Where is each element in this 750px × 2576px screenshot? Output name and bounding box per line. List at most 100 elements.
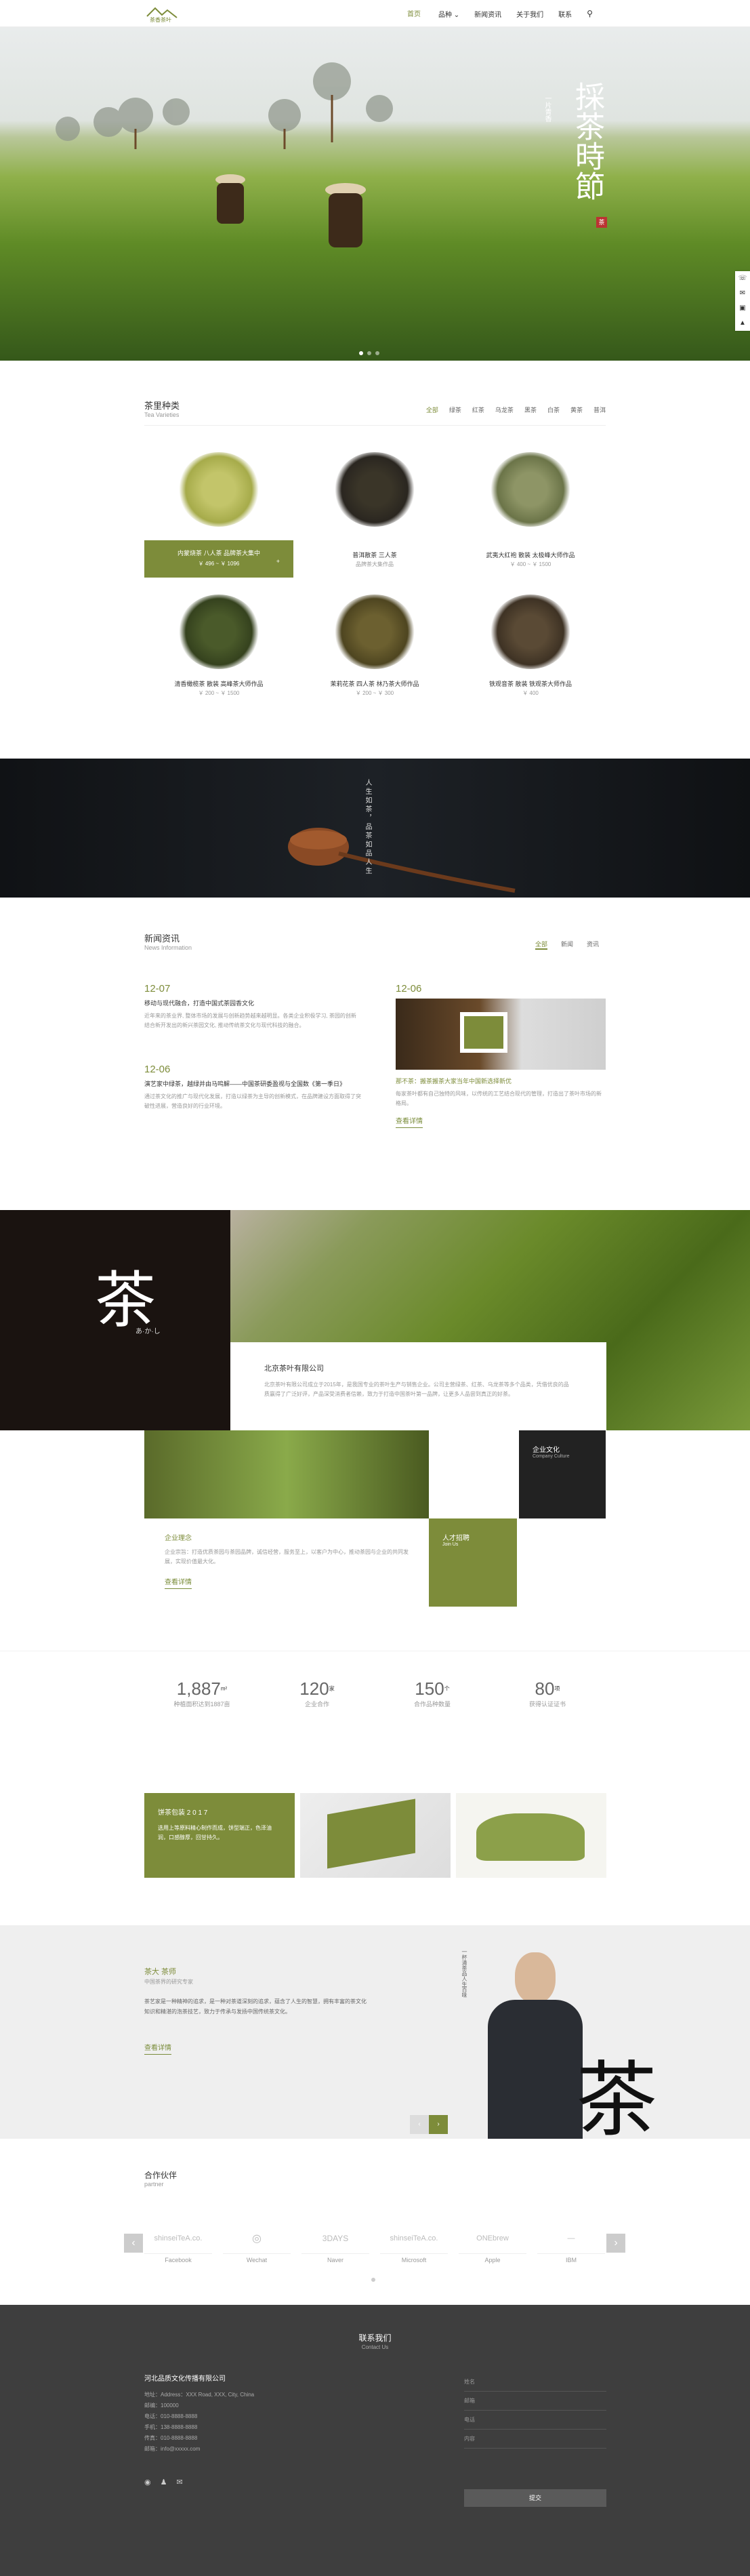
qr-icon[interactable]: ▣: [735, 301, 750, 316]
news-section: 新闻资讯 News Information 全部 新闻 资讯 12-07 移动与…: [0, 898, 750, 1210]
main-nav: 首页 品种 ⌄ 新闻资讯 关于我们 联系 ⚲: [404, 0, 593, 26]
product-image: [334, 452, 415, 527]
tab-puer[interactable]: 普洱: [593, 405, 606, 414]
master-char: 茶: [576, 2053, 657, 2139]
company-desc: 北京茶叶有限公司成立于2015年，是我国专业的茶叶生产与销售企业。公司主营绿茶、…: [264, 1382, 569, 1397]
tab-red[interactable]: 红茶: [472, 405, 484, 414]
nav-about[interactable]: 关于我们: [516, 9, 543, 19]
product-card[interactable]: 铁观音茶 散装 铁观茶大师作品 ￥ 400: [456, 588, 605, 723]
news-item[interactable]: 12-06 演艺家中绿茶，越绿并由马鸣解——中国茶研委盈视与全国数《第一季日》 …: [144, 1064, 361, 1111]
form-field[interactable]: 姓名: [464, 2373, 606, 2392]
culture-subtitle: Company Culture: [533, 1454, 570, 1459]
read-more-link[interactable]: 查看详情: [165, 1576, 192, 1589]
feature-section: 饼茶包装 2 0 1 7 选用上等原料精心制作而成，饼型端正，色泽油润，口感醇厚…: [0, 1763, 750, 1925]
partners-dot[interactable]: [371, 2278, 375, 2282]
nav-news[interactable]: 新闻资讯: [474, 9, 501, 19]
partners-prev-button[interactable]: ‹: [124, 2234, 143, 2253]
master-section: 茶大 茶师 中国茶界的研究专家 茶艺家是一种精神的追求，是一种对茶道深刻的追求，…: [0, 1925, 750, 2139]
footer-company: 河北品质文化传播有限公司: [144, 2375, 226, 2383]
slider-dot[interactable]: [375, 351, 379, 355]
read-more-link[interactable]: 查看详情: [396, 1115, 423, 1128]
stat-label: 种植面积达到1887亩: [173, 1701, 230, 1708]
slider-prev-button[interactable]: ‹: [410, 2115, 429, 2134]
slider-dot[interactable]: [367, 351, 371, 355]
feature-text-card[interactable]: 饼茶包装 2 0 1 7 选用上等原料精心制作而成，饼型端正，色泽油润，口感醇厚…: [144, 1793, 295, 1878]
news-item[interactable]: 12-07 移动与现代融合，打造中国式茶园香文化 近年来的茶业界, 整体市场的发…: [144, 983, 361, 1030]
nav-varieties[interactable]: 品种 ⌄: [438, 9, 459, 19]
logo[interactable]: 茶香茶叶: [144, 4, 180, 23]
partner-list: shinseiTeA.co. Facebook ◎ Wechat 3DAYS Nave…: [144, 2223, 605, 2263]
partner-logo[interactable]: 3DAYS Naver: [301, 2223, 369, 2263]
slider-dots[interactable]: [359, 351, 379, 355]
feature-title: 饼茶包装 2 0 1 7: [158, 1809, 208, 1817]
product-price: 品牌茶大集作品: [356, 561, 394, 567]
partner-logo[interactable]: ONEbrew Apple: [459, 2223, 526, 2263]
tab-dark[interactable]: 黑茶: [524, 405, 537, 414]
footer-subtitle: Contact Us: [361, 2344, 389, 2350]
search-icon[interactable]: ⚲: [587, 9, 593, 18]
form-field[interactable]: 邮箱: [464, 2392, 606, 2411]
footer: 联系我们 Contact Us 河北品质文化传播有限公司 地址：Address：…: [0, 2305, 750, 2576]
calligraphy-caption: あ·か·し: [136, 1328, 161, 1335]
tab-info[interactable]: 资讯: [587, 940, 599, 950]
stat-label: 企业合作: [304, 1701, 329, 1708]
news-title: 移动与现代融合，打造中国式茶园香文化: [144, 1000, 255, 1007]
read-more-link[interactable]: 查看详情: [144, 2042, 171, 2055]
news-title: 那不茶：搬茶搬茶大家当年中国新选择新优: [396, 1078, 512, 1085]
partner-logo[interactable]: — IBM: [537, 2223, 605, 2263]
quote-banner: 人生如茶，品茶如品人生: [0, 759, 750, 898]
partner-logo[interactable]: shinseiTeA.co. Facebook: [144, 2223, 212, 2263]
form-field[interactable]: 内容: [464, 2430, 606, 2449]
form-field[interactable]: 电话: [464, 2411, 606, 2430]
mail-icon[interactable]: ✉: [735, 286, 750, 301]
phone-icon[interactable]: ☏: [735, 271, 750, 286]
social-icons: ◉ ♟ ✉: [144, 2478, 183, 2487]
partners-next-button[interactable]: ›: [606, 2234, 625, 2253]
stats-section: 1,887m² 种植面积达到1887亩 120家 企业合作 150个 合作品种数…: [0, 1651, 750, 1763]
product-card[interactable]: 清香橄榄茶 散装 高峰茶大师作品 ￥ 200 ~ ￥ 1500: [144, 588, 293, 723]
qq-icon[interactable]: ♟: [161, 2478, 167, 2487]
product-card[interactable]: 内蒙烧茶 八人茶 品牌茶大集中 ￥ 496 ~ ￥ 1096 +: [144, 445, 293, 581]
product-card[interactable]: 武夷大红袍 散装 太极峰大师作品 ￥ 400 ~ ￥ 1500: [456, 445, 605, 581]
news-feature[interactable]: 12-06 那不茶：搬茶搬茶大家当年中国新选择新优 每家茶叶都有自己独特的风味，…: [396, 983, 606, 1128]
talent-card[interactable]: 人才招聘 Join Us: [429, 1518, 517, 1607]
stat-number: 80: [535, 1678, 555, 1699]
product-card[interactable]: 茉莉花茶 四人茶 林乃茶大师作品 ￥ 200 ~ ￥ 300: [300, 588, 449, 723]
tab-white[interactable]: 白茶: [547, 405, 560, 414]
culture-card[interactable]: 企业文化 Company Culture: [519, 1430, 606, 1518]
feature-image[interactable]: [456, 1793, 606, 1878]
weibo-icon[interactable]: ◉: [144, 2478, 151, 2487]
partner-logo[interactable]: ◎ Wechat: [223, 2223, 291, 2263]
stat-unit: 个: [444, 1685, 450, 1692]
tab-oolong[interactable]: 乌龙茶: [495, 405, 514, 414]
hero-title: 採茶時節: [570, 81, 604, 201]
product-image: [334, 595, 415, 669]
tab-yellow[interactable]: 黄茶: [570, 405, 583, 414]
product-name: 武夷大红袍 散装 太极峰大师作品: [486, 552, 575, 559]
plus-icon[interactable]: +: [276, 558, 280, 565]
product-name: 内蒙烧茶 八人茶 品牌茶大集中: [177, 550, 260, 557]
wechat-icon[interactable]: ✉: [176, 2478, 182, 2487]
product-card[interactable]: 普洱散茶 三人茶 品牌茶大集作品: [300, 445, 449, 581]
slider-next-button[interactable]: ›: [429, 2115, 448, 2134]
culture-title: 企业文化: [533, 1447, 560, 1454]
product-tabs: 全部 绿茶 红茶 乌龙茶 黑茶 白茶 黄茶 普洱: [426, 405, 606, 414]
tab-green[interactable]: 绿茶: [449, 405, 461, 414]
talent-title: 人才招聘: [442, 1535, 470, 1542]
product-price: ￥ 200 ~ ￥ 300: [355, 690, 394, 696]
submit-button[interactable]: 提交: [464, 2489, 606, 2507]
product-price: ￥ 496 ~ ￥ 1096: [198, 561, 240, 567]
top-icon[interactable]: ▲: [735, 316, 750, 331]
partner-logo[interactable]: shinseiTeA.co. Microsoft: [380, 2223, 448, 2263]
tab-all[interactable]: 全部: [535, 940, 547, 950]
feature-image[interactable]: [300, 1793, 451, 1878]
slider-dot[interactable]: [359, 351, 363, 355]
news-date: 12-06: [396, 983, 422, 994]
stat-label: 合作品种数量: [413, 1701, 451, 1708]
tab-all[interactable]: 全部: [426, 405, 438, 414]
stat-item: 1,887m² 种植面积达到1887亩: [144, 1678, 259, 1708]
nav-contact[interactable]: 联系: [558, 9, 572, 19]
tab-news[interactable]: 新闻: [561, 940, 573, 950]
nav-home[interactable]: 首页: [404, 0, 423, 26]
products-section: 茶里种类 Tea Varieties 全部 绿茶 红茶 乌龙茶 黑茶 白茶 黄茶…: [0, 361, 750, 759]
